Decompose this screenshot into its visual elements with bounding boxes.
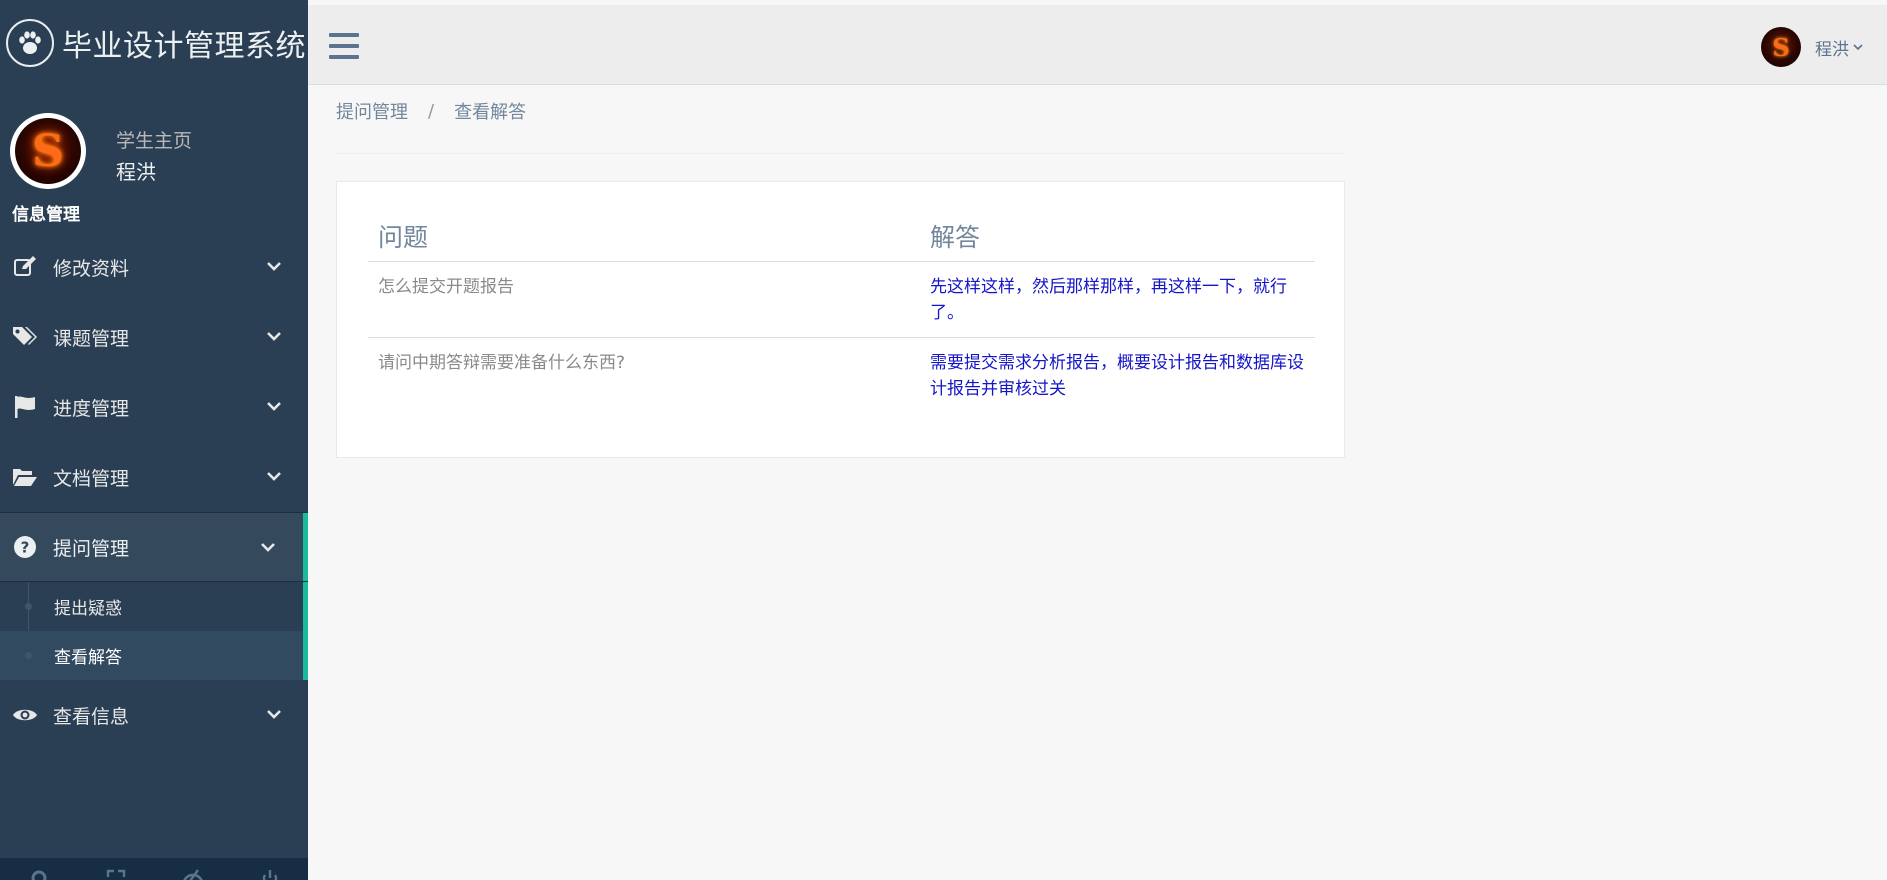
fullscreen-icon[interactable] [105, 866, 127, 880]
folder-open-icon [12, 464, 38, 490]
table-row: 怎么提交开题报告 先这样这样，然后那样那样，再这样一下，就行了。 [368, 261, 1315, 338]
app-title: 毕业设计管理系统 [62, 29, 306, 64]
avatar: S [10, 113, 86, 189]
brand[interactable]: 毕业设计管理系统 [0, 0, 308, 86]
tags-icon [12, 324, 38, 350]
qa-panel: 问题 解答 怎么提交开题报告 先这样这样，然后那样那样，再这样一下，就行了。 请… [336, 181, 1345, 458]
chevron-down-icon [267, 402, 281, 411]
sidebar-item-edit-profile[interactable]: 修改资料 [0, 232, 308, 302]
eye-icon [12, 702, 38, 728]
submenu-item-label: 提出疑惑 [54, 599, 122, 619]
profile: S 学生主页 程洪 [0, 86, 308, 198]
settings-icon[interactable] [28, 866, 50, 880]
top-navbar: S 程洪 [308, 5, 1887, 85]
submenu-questions: 提出疑惑 查看解答 [0, 582, 308, 680]
sidebar-item-label: 课题管理 [53, 327, 130, 350]
user-avatar: S [1761, 27, 1801, 67]
menu-toggle-icon[interactable] [328, 30, 360, 62]
sidebar-item-topics[interactable]: 课题管理 [0, 302, 308, 372]
sidebar-item-label: 修改资料 [53, 257, 130, 280]
chevron-down-icon [267, 472, 281, 481]
table-row: 请问中期答辩需要准备什么东西? 需要提交需求分析报告，概要设计报告和数据库设计报… [368, 337, 1315, 413]
edit-icon [12, 254, 38, 280]
svg-text:?: ? [21, 539, 30, 557]
sidebar-item-progress[interactable]: 进度管理 [0, 372, 308, 442]
qa-table: 问题 解答 怎么提交开题报告 先这样这样，然后那样那样，再这样一下，就行了。 请… [368, 212, 1315, 413]
flag-icon [12, 394, 38, 420]
paw-icon [6, 19, 54, 67]
sidebar-item-questions[interactable]: ? 提问管理 [0, 512, 308, 582]
breadcrumb-separator: / [428, 100, 435, 122]
avatar-letter: S [32, 125, 64, 177]
answer-cell: 需要提交需求分析报告，概要设计报告和数据库设计报告并审核过关 [930, 352, 1304, 399]
chevron-down-icon [261, 543, 275, 552]
submenu-item-view-answers[interactable]: 查看解答 [0, 631, 303, 680]
menu-section-title: 信息管理 [12, 205, 80, 225]
power-icon[interactable] [259, 866, 281, 880]
profile-welcome: 学生主页 [116, 130, 193, 152]
sidebar-item-label: 提问管理 [53, 537, 130, 560]
submenu-item-label: 查看解答 [54, 648, 122, 668]
sidebar: 毕业设计管理系统 S 学生主页 程洪 信息管理 修改资料 课题管理 进度管理 文… [0, 0, 308, 880]
sidebar-item-label: 文档管理 [53, 467, 130, 490]
table-header-row: 问题 解答 [368, 212, 1315, 262]
user-name: 程洪 [1815, 39, 1849, 60]
eye-slash-icon[interactable] [182, 866, 204, 880]
sidebar-item-label: 查看信息 [53, 705, 130, 728]
sidebar-item-label: 进度管理 [53, 397, 130, 420]
answer-cell: 先这样这样，然后那样那样，再这样一下，就行了。 [920, 261, 1315, 338]
avatar-letter: S [1772, 32, 1790, 62]
user-dropdown[interactable]: S 程洪 [1761, 27, 1863, 67]
profile-name: 程洪 [116, 160, 156, 184]
submenu-item-ask-question[interactable]: 提出疑惑 [0, 582, 303, 631]
divider [336, 153, 1344, 154]
bullet-dot-icon [25, 652, 32, 659]
question-cell: 请问中期答辩需要准备什么东西? [378, 352, 626, 373]
chevron-down-icon [267, 332, 281, 341]
sidebar-item-view-info[interactable]: 查看信息 [0, 680, 308, 750]
sidebar-footer [0, 858, 308, 880]
sidebar-item-documents[interactable]: 文档管理 [0, 442, 308, 512]
chevron-down-icon [267, 262, 281, 271]
column-header-answer: 解答 [920, 212, 1315, 262]
question-cell: 怎么提交开题报告 [368, 261, 920, 338]
bullet-dot-icon [25, 603, 32, 610]
breadcrumb-parent[interactable]: 提问管理 [336, 98, 408, 124]
chevron-down-icon [267, 710, 281, 719]
column-header-question: 问题 [368, 212, 920, 262]
breadcrumb-current: 查看解答 [454, 102, 527, 123]
breadcrumb: 提问管理 / 查看解答 [336, 98, 526, 124]
question-circle-icon: ? [12, 534, 38, 560]
chevron-down-icon [1853, 44, 1863, 51]
